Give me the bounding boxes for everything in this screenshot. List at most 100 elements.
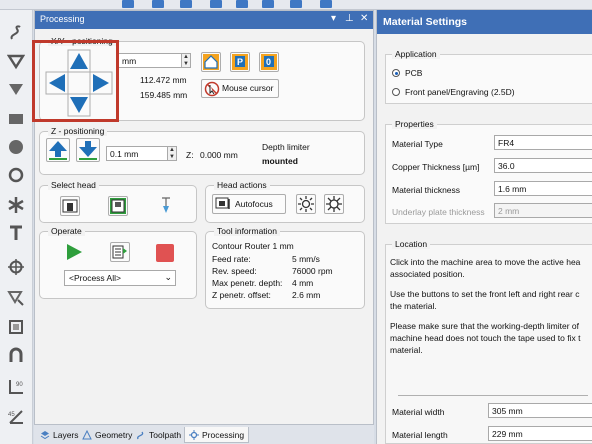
pin-icon[interactable]: ⊥ <box>345 13 354 24</box>
highlight-frame <box>32 40 119 122</box>
paste-head-button[interactable] <box>158 196 174 216</box>
home-button[interactable] <box>201 52 221 72</box>
stop-button[interactable] <box>156 244 174 262</box>
polygon-filled-icon[interactable] <box>7 80 25 98</box>
dropdown-icon[interactable]: ▾ <box>331 13 336 24</box>
park-button[interactable]: P <box>230 52 250 72</box>
light-on-button[interactable] <box>296 194 316 214</box>
angle-90-icon[interactable]: 90 <box>7 378 25 396</box>
mouse-cursor-button[interactable]: Mouse cursor <box>201 79 279 98</box>
head-actions-label: Head actions <box>214 180 270 190</box>
crosshair-icon[interactable] <box>7 258 25 276</box>
toolbar-icon[interactable] <box>262 0 274 8</box>
frame-icon[interactable] <box>7 318 25 336</box>
material-type-field[interactable]: FR4 <box>494 135 592 150</box>
location-text: machine head does not touch the tape use… <box>390 333 581 343</box>
properties-group: Properties Material Type FR4 Copper Thic… <box>385 119 592 224</box>
underlay-thickness-label: Underlay plate thickness <box>392 207 485 217</box>
depth-limiter-status: mounted <box>262 156 298 166</box>
step-process-icon <box>112 245 127 259</box>
freehand-curve-icon[interactable] <box>7 24 25 42</box>
tool-information-label: Tool information <box>214 226 281 236</box>
vacuum-icon <box>326 196 342 212</box>
processing-title: Processing <box>40 14 85 24</box>
material-width-value: 305 mm <box>492 406 523 416</box>
material-length-field[interactable]: 229 mm <box>488 426 592 441</box>
autofocus-button[interactable]: Autofocus <box>212 194 286 214</box>
radio-front-panel[interactable] <box>392 88 400 96</box>
tab-layers[interactable]: Layers <box>36 427 83 443</box>
circle-filled-icon[interactable] <box>7 138 25 156</box>
material-width-field[interactable]: 305 mm <box>488 403 592 418</box>
toolbar-icon[interactable] <box>210 0 222 8</box>
operate-label: Operate <box>48 226 85 236</box>
toolbar-icon[interactable] <box>320 0 332 8</box>
process-select[interactable]: <Process All> ⌄ <box>64 270 176 286</box>
tab-toolpath[interactable]: Toolpath <box>132 427 185 443</box>
home-icon <box>203 54 219 70</box>
material-length-label: Material length <box>392 430 448 440</box>
tool-info-key: Z penetr. offset: <box>212 290 271 300</box>
zero-point-button[interactable]: 0 <box>259 52 279 72</box>
xy-step-value: mm <box>122 56 137 66</box>
xy-step-spinner[interactable]: ▲ ▼ <box>181 53 191 68</box>
start-button[interactable] <box>64 242 84 262</box>
rectangle-icon[interactable] <box>7 110 25 128</box>
mouse-cursor-icon <box>204 81 220 97</box>
head-actions-group: Head actions Autofocus <box>205 180 365 223</box>
milling-head-button[interactable] <box>60 196 80 216</box>
play-icon <box>67 244 82 260</box>
angle-45-icon[interactable]: 45 <box>7 408 25 426</box>
paste-head-icon <box>162 197 170 213</box>
select-head-label: Select head <box>48 180 99 190</box>
shape-edit-icon[interactable] <box>7 288 25 306</box>
z-down-icon <box>79 141 97 160</box>
asterisk-icon[interactable] <box>7 196 25 214</box>
z-up-button[interactable] <box>46 138 70 162</box>
z-step-input[interactable]: 0.1 mm <box>106 146 168 161</box>
tab-geometry[interactable]: Geometry <box>78 427 136 443</box>
location-text: the material. <box>390 301 437 311</box>
tool-info-value: 4 mm <box>292 278 314 288</box>
toolbar-icon[interactable] <box>180 0 192 8</box>
close-icon[interactable]: ✕ <box>360 13 368 24</box>
option-pcb-label: PCB <box>405 68 423 78</box>
process-select-value: <Process All> <box>69 273 121 283</box>
radio-pcb[interactable] <box>392 69 400 77</box>
zero-point-icon: 0 <box>261 54 277 70</box>
tab-processing[interactable]: Processing <box>184 427 250 443</box>
toolbar-icon[interactable] <box>122 0 134 8</box>
material-thickness-value: 1.6 mm <box>498 184 527 194</box>
polygon-outline-icon[interactable] <box>7 52 25 70</box>
underlay-thickness-field: 2 mm <box>494 203 592 218</box>
material-thickness-field[interactable]: 1.6 mm <box>494 181 592 196</box>
dispenser-head-button[interactable] <box>108 196 128 216</box>
location-text: Please make sure that the working-depth … <box>390 321 579 331</box>
milling-head-icon <box>62 199 78 213</box>
tool-info-key: Rev. speed: <box>212 266 257 276</box>
vacuum-button[interactable] <box>324 194 344 214</box>
z-step-spinner[interactable]: ▲ ▼ <box>167 146 177 161</box>
autofocus-icon <box>215 197 230 209</box>
mouse-cursor-label: Mouse cursor <box>222 83 274 93</box>
svg-text:0: 0 <box>266 57 271 67</box>
tool-info-value: 76000 rpm <box>292 266 333 276</box>
properties-label: Properties <box>392 119 437 129</box>
step-process-button[interactable] <box>110 242 130 262</box>
z-position-value: 0.000 mm <box>200 150 238 160</box>
material-thickness-label: Material thickness <box>392 185 461 195</box>
z-label: Z: <box>186 150 194 160</box>
z-down-button[interactable] <box>76 138 100 162</box>
magnet-icon[interactable] <box>7 346 25 364</box>
tool-info-key: Max penetr. depth: <box>212 278 283 288</box>
svg-text:90: 90 <box>16 382 23 388</box>
toolbar-icon[interactable] <box>152 0 164 8</box>
circle-outline-icon[interactable] <box>7 166 25 184</box>
text-tool-icon[interactable] <box>7 224 25 242</box>
xy-step-input[interactable]: mm <box>118 53 182 68</box>
x-position-value: 112.472 mm <box>140 75 187 85</box>
copper-thickness-field[interactable]: 36.0 <box>494 158 592 173</box>
toolbar-icon[interactable] <box>290 0 302 8</box>
toolbar-icon[interactable] <box>236 0 248 8</box>
geometry-icon <box>82 430 92 440</box>
